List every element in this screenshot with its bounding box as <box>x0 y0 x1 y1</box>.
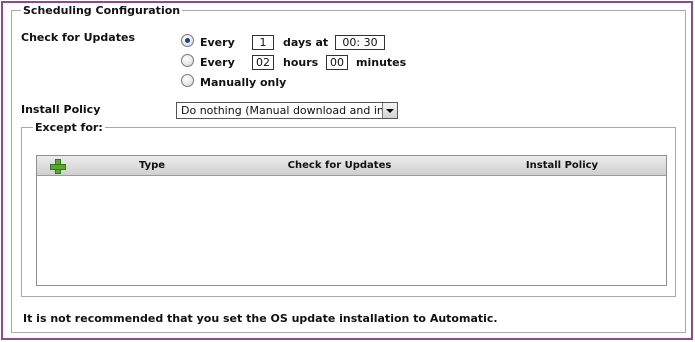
recommendation-note: It is not recommended that you set the O… <box>23 312 498 325</box>
table-header: Type Check for Updates Install Policy <box>37 156 666 176</box>
chevron-down-icon[interactable] <box>382 103 397 118</box>
manual-label: Manually only <box>200 76 287 89</box>
every-days-radio[interactable] <box>181 34 194 47</box>
check-updates-label: Check for Updates <box>21 31 135 44</box>
scheduling-legend: Scheduling Configuration <box>21 4 183 17</box>
column-header-check-updates[interactable]: Check for Updates <box>267 160 412 171</box>
install-policy-value: Do nothing (Manual download and install) <box>181 104 398 117</box>
every-days-label: Every <box>200 36 235 49</box>
table-body <box>37 177 666 285</box>
scheduling-panel: Scheduling Configuration Check for Updat… <box>1 1 693 340</box>
minutes-label: minutes <box>356 56 407 69</box>
days-input[interactable]: 1 <box>252 35 274 50</box>
install-policy-label: Install Policy <box>21 103 101 116</box>
every-hours-radio[interactable] <box>181 54 194 67</box>
days-at-label: days at <box>283 36 329 49</box>
hours-label: hours <box>283 56 319 69</box>
manual-radio[interactable] <box>181 74 194 87</box>
minutes-input[interactable]: 00 <box>326 55 348 70</box>
exceptions-table: Type Check for Updates Install Policy <box>36 155 667 286</box>
every-hours-label: Every <box>200 56 235 69</box>
plus-icon[interactable] <box>49 158 66 174</box>
hours-input[interactable]: 02 <box>252 55 274 70</box>
time-input[interactable]: 00: 30 <box>335 35 385 50</box>
column-header-type[interactable]: Type <box>127 160 177 171</box>
install-policy-select[interactable]: Do nothing (Manual download and install) <box>176 102 398 119</box>
except-legend: Except for: <box>33 121 105 134</box>
column-header-install-policy[interactable]: Install Policy <box>507 160 617 171</box>
